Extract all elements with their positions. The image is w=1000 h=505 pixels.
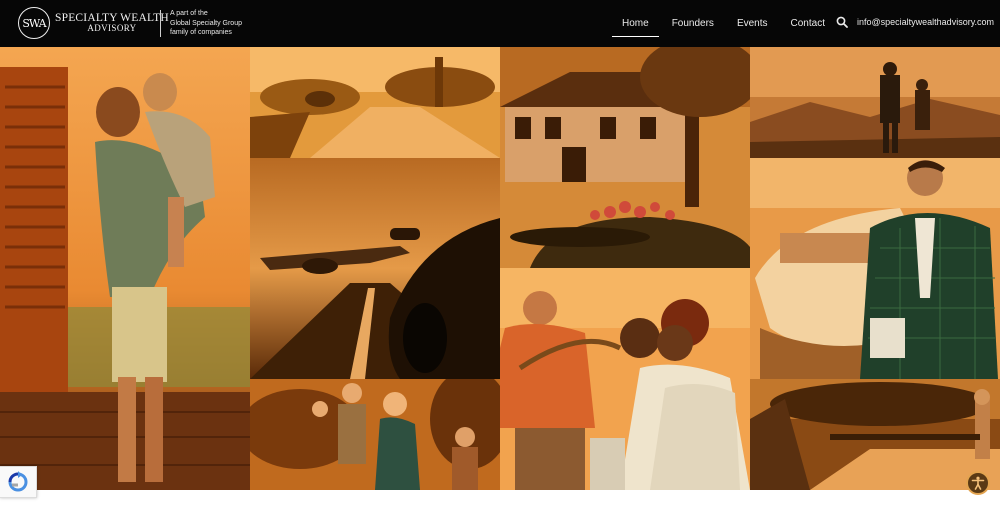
photo-garden-path	[250, 47, 500, 158]
photo-couple-boat	[500, 268, 750, 490]
logo-wordmark: SPECIALTY WEALTH ADVISORY	[55, 12, 169, 33]
tagline-line: A part of the	[170, 10, 208, 17]
site-logo[interactable]: SWA SPECIALTY WEALTH ADVISORY	[18, 7, 169, 39]
logo-line2: ADVISORY	[87, 23, 137, 33]
recaptcha-icon	[8, 471, 28, 492]
main-nav: Home Founders Events Contact	[612, 0, 838, 47]
logo-line1: SPECIALTY WEALTH	[55, 12, 169, 24]
photo-grid	[0, 47, 1000, 490]
nav-events[interactable]: Events	[727, 0, 778, 47]
tagline-line: Global Specialty Group	[170, 19, 242, 27]
photo-father-child	[0, 47, 250, 490]
photo-jet-car	[250, 158, 500, 379]
email-link[interactable]: info@specialtywealthadvisory.com	[857, 17, 994, 27]
tagline: A part of the Global Specialty Group fam…	[170, 9, 242, 38]
photo-couple-hill	[750, 47, 1000, 158]
recaptcha-badge[interactable]	[0, 466, 37, 498]
accessibility-button[interactable]	[966, 471, 990, 495]
photo-family-walk	[250, 379, 500, 490]
nav-home[interactable]: Home	[612, 0, 659, 47]
accessibility-icon	[971, 476, 985, 490]
logo-divider	[160, 10, 161, 37]
tagline-line: family of companies	[170, 29, 232, 36]
nav-contact[interactable]: Contact	[781, 0, 835, 47]
logo-monogram: SWA	[18, 7, 50, 39]
photo-mansion	[500, 47, 750, 268]
photo-man-yacht	[750, 158, 1000, 379]
photo-estate-garden	[750, 379, 1000, 490]
nav-founders[interactable]: Founders	[662, 0, 724, 47]
site-header: SWA SPECIALTY WEALTH ADVISORY A part of …	[0, 0, 1000, 47]
search-icon[interactable]	[836, 16, 848, 28]
